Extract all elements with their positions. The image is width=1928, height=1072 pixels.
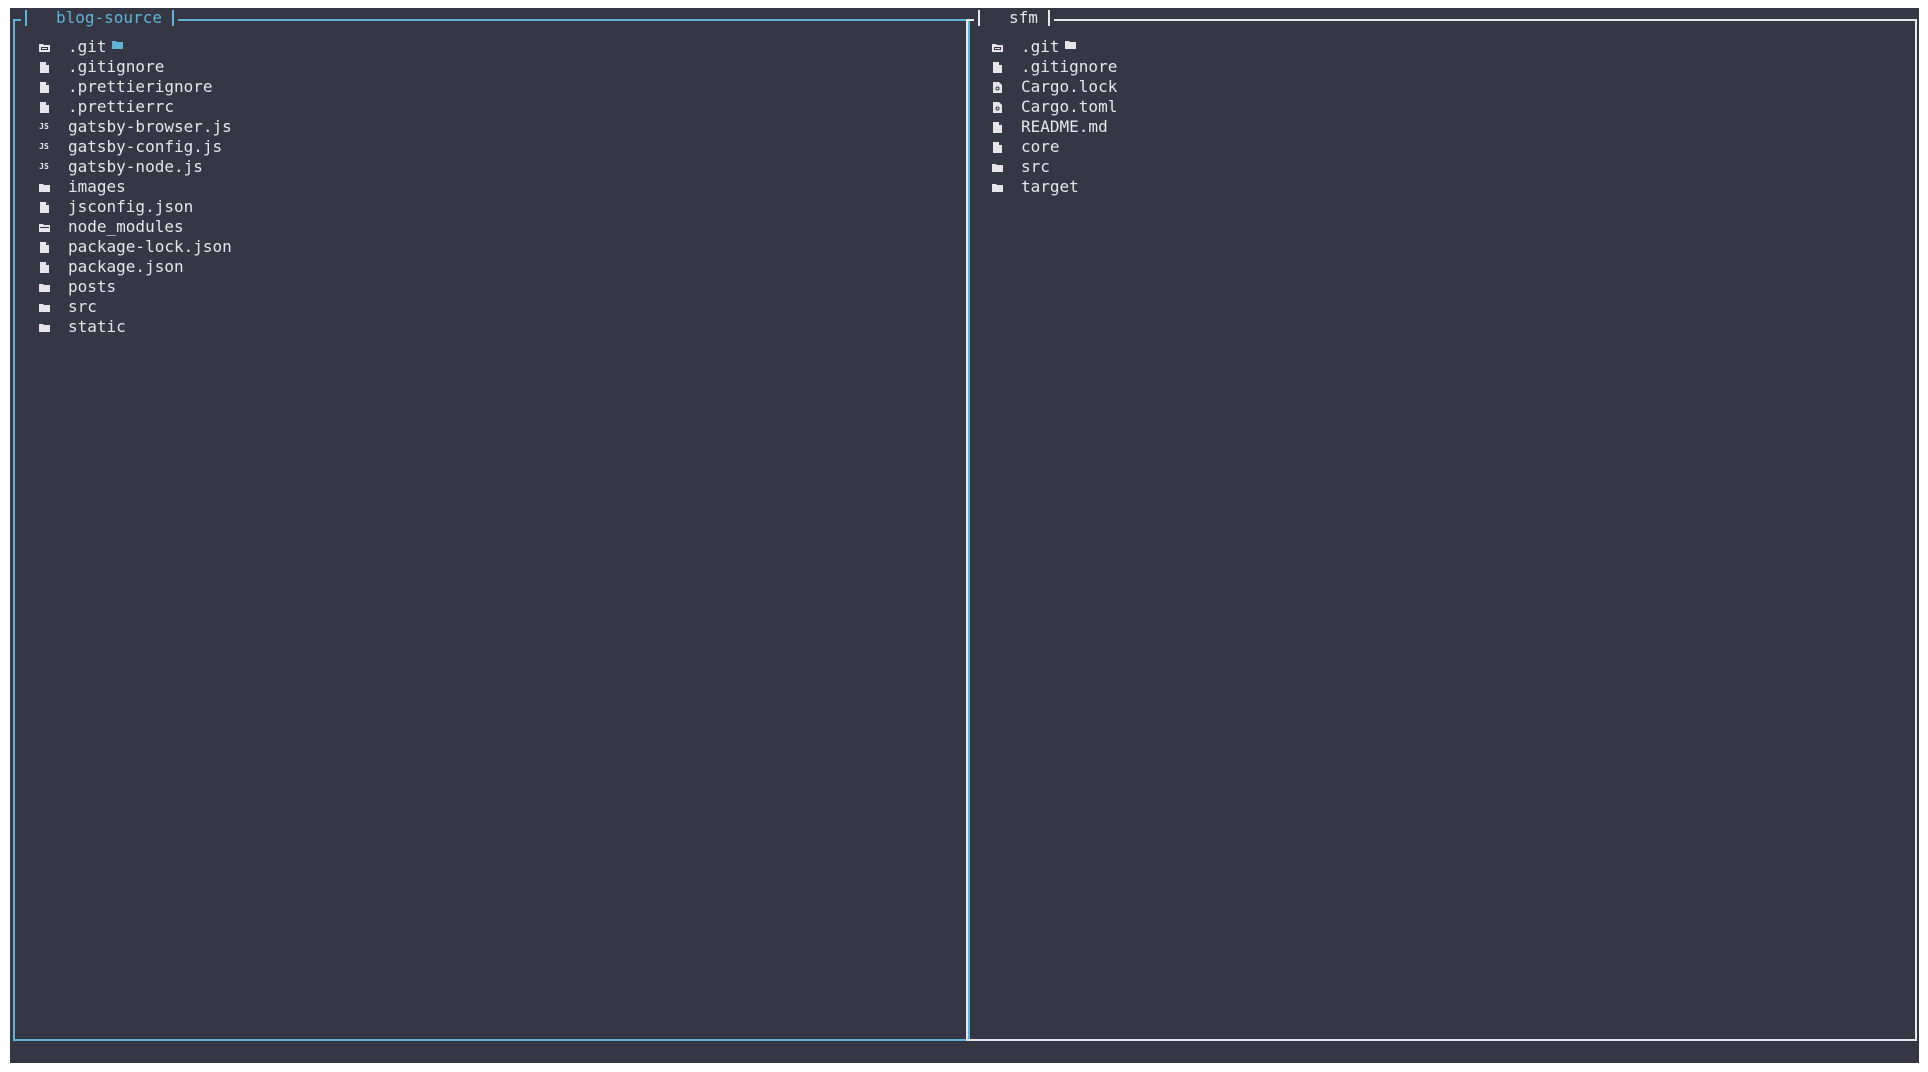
file-icon: [37, 81, 51, 93]
file-entry[interactable]: node_modules: [37, 217, 232, 237]
file-icon: [990, 121, 1004, 133]
file-icon: [990, 61, 1004, 73]
file-list: .git .gitignore Cargo.lock Cargo.toml README…: [990, 37, 1117, 197]
title-separator: [978, 10, 980, 26]
file-entry-name: gatsby-config.js: [68, 137, 223, 156]
pane-right[interactable]: sfm .git .gitignore Cargo.lock Cargo.toml RE…: [966, 8, 1917, 1041]
file-entry[interactable]: package.json: [37, 257, 232, 277]
file-entry[interactable]: Cargo.lock: [990, 77, 1117, 97]
folder-git-icon: [990, 41, 1004, 53]
title-separator: [25, 10, 27, 26]
file-entry[interactable]: posts: [37, 277, 232, 297]
file-entry-name: images: [68, 177, 126, 196]
file-entry[interactable]: .git: [990, 37, 1117, 57]
title-separator: [1047, 10, 1050, 26]
file-entry[interactable]: README.md: [990, 117, 1117, 137]
file-entry-name: jsconfig.json: [68, 197, 194, 216]
folder-icon: [990, 161, 1004, 173]
folder-icon: [988, 14, 1077, 49]
file-entry-name: .git: [68, 37, 107, 56]
folder-icon: [35, 14, 124, 49]
js-icon: JS: [39, 162, 49, 171]
file-icon: [990, 141, 1004, 153]
file-entry-name: Cargo.lock: [1021, 77, 1118, 96]
file-entry[interactable]: target: [990, 177, 1117, 197]
file-icon: [37, 261, 51, 273]
file-entry[interactable]: src: [37, 297, 232, 317]
rust-file-icon: [990, 101, 1004, 113]
folder-icon: [990, 181, 1004, 193]
file-entry-name: package.json: [68, 257, 184, 276]
js-icon: JS: [39, 142, 49, 151]
file-entry[interactable]: .prettierrc: [37, 97, 232, 117]
file-entry-name: target: [1021, 177, 1079, 196]
file-entry[interactable]: .gitignore: [990, 57, 1117, 77]
file-entry-name: src: [68, 297, 97, 316]
folder-icon: [37, 181, 51, 193]
pane-top-border: [966, 19, 1917, 21]
file-entry[interactable]: JS gatsby-node.js: [37, 157, 232, 177]
file-icon: [37, 101, 51, 113]
file-entry-name: .prettierrc: [68, 97, 174, 116]
file-entry-name: src: [1021, 157, 1050, 176]
file-entry-name: Cargo.toml: [1021, 97, 1118, 116]
file-entry-name: gatsby-browser.js: [68, 117, 232, 136]
file-entry-name: core: [1021, 137, 1060, 156]
folder-icon: [37, 281, 51, 293]
file-entry-name: static: [68, 317, 126, 336]
file-entry[interactable]: .gitignore: [37, 57, 232, 77]
file-entry[interactable]: images: [37, 177, 232, 197]
file-list: .git .gitignore .prettierignore .prettierrc…: [37, 37, 232, 337]
pane-title-bar: sfm: [974, 8, 1077, 49]
file-entry-name: .gitignore: [68, 57, 165, 76]
pane-left[interactable]: blog-source .git .gitignore .prettierignor…: [13, 8, 970, 1041]
file-entry[interactable]: static: [37, 317, 232, 337]
folder-icon: [37, 301, 51, 313]
pane-title-bar: blog-source: [21, 8, 178, 49]
file-entry[interactable]: Cargo.toml: [990, 97, 1117, 117]
folder-npm-icon: [37, 221, 51, 233]
file-icon: [37, 61, 51, 73]
file-entry[interactable]: JS gatsby-config.js: [37, 137, 232, 157]
pane-title: sfm: [1009, 8, 1038, 27]
js-icon: JS: [39, 122, 49, 131]
file-icon: [37, 201, 51, 213]
file-entry[interactable]: src: [990, 157, 1117, 177]
file-entry[interactable]: .prettierignore: [37, 77, 232, 97]
folder-git-icon: [37, 41, 51, 53]
title-separator: [171, 10, 174, 26]
file-entry-name: posts: [68, 277, 117, 296]
file-entry[interactable]: jsconfig.json: [37, 197, 232, 217]
rust-file-icon: [990, 81, 1004, 93]
terminal-window: blog-source .git .gitignore .prettierignor…: [10, 8, 1919, 1063]
folder-icon: [37, 321, 51, 333]
pane-title: blog-source: [56, 8, 162, 27]
file-entry-name: package-lock.json: [68, 237, 232, 256]
file-entry-name: .git: [1021, 37, 1060, 56]
file-entry-name: gatsby-node.js: [68, 157, 203, 176]
file-entry-name: node_modules: [68, 217, 184, 236]
file-entry-name: README.md: [1021, 117, 1108, 136]
file-entry[interactable]: package-lock.json: [37, 237, 232, 257]
file-icon: [37, 241, 51, 253]
file-entry[interactable]: core: [990, 137, 1117, 157]
file-entry-name: .gitignore: [1021, 57, 1118, 76]
file-entry-name: .prettierignore: [68, 77, 213, 96]
file-entry[interactable]: JS gatsby-browser.js: [37, 117, 232, 137]
file-entry[interactable]: .git: [37, 37, 232, 57]
